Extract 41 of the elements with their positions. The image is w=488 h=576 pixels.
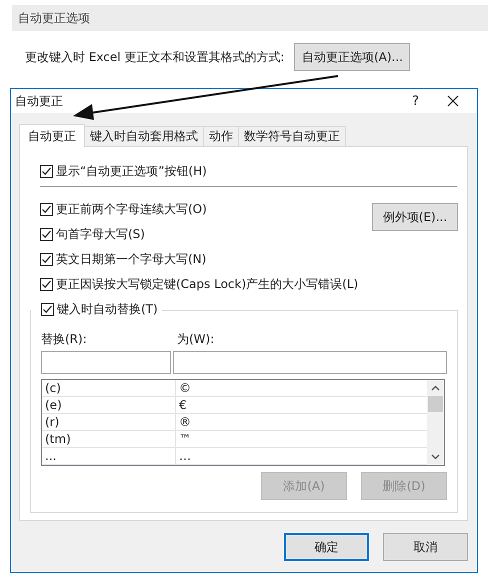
window-title: 自动更正	[15, 92, 63, 110]
list-cell: (tm)	[42, 431, 176, 447]
checkbox-label: 更正因误按大写锁定键(Caps Lock)产生的大小写错误(L)	[56, 276, 358, 293]
tab[interactable]: 数学符号自动更正	[238, 126, 346, 146]
checkbox-label: 句首字母大写(S)	[56, 226, 145, 243]
dialog-button[interactable]: 取消	[383, 533, 468, 561]
checkbox[interactable]	[40, 278, 53, 291]
scroll-thumb[interactable]	[428, 396, 443, 412]
checkbox[interactable]	[40, 203, 53, 216]
list-cell-text: …	[178, 449, 191, 463]
checkbox[interactable]	[40, 228, 53, 241]
list-cell: (c)	[42, 380, 176, 396]
field-label: 替换(R):	[41, 331, 88, 348]
section-title: 自动更正选项	[18, 10, 90, 26]
checkbox-label: 更正前两个字母连续大写(O)	[56, 201, 207, 218]
close-icon[interactable]	[447, 95, 459, 107]
checkbox[interactable]	[40, 165, 53, 178]
checkbox[interactable]	[41, 303, 54, 316]
replace-field[interactable]	[41, 351, 171, 374]
list-cell-text: ®	[178, 415, 191, 429]
checkbox-label: 英文日期第一个字母大写(N)	[56, 251, 206, 268]
scrollbar[interactable]	[427, 380, 444, 465]
checkbox-label: 显示“自动更正选项”按钮(H)	[56, 163, 207, 180]
checkbox[interactable]	[40, 253, 53, 266]
list-cell-text: ©	[178, 381, 191, 395]
list-cell-text: ™	[178, 432, 191, 446]
scroll-up-icon[interactable]	[431, 385, 440, 391]
list-cell: ...	[42, 448, 176, 464]
help-button[interactable]: ?	[412, 94, 419, 108]
dialog-button[interactable]: 确定	[284, 533, 369, 561]
field-label: 为(W):	[177, 331, 214, 348]
list-cell: (r)	[42, 414, 176, 430]
tab[interactable]: 自动更正	[19, 124, 85, 147]
scroll-down-icon[interactable]	[431, 454, 440, 460]
autocorrect-options-button[interactable]: 自动更正选项(A)...	[294, 43, 410, 71]
checkbox-label: 键入时自动替换(T)	[57, 301, 158, 318]
list-cell: (e)	[42, 397, 176, 413]
description-text: 更改键入时 Excel 更正文本和设置其格式的方式:	[25, 48, 284, 66]
with-field[interactable]	[173, 351, 447, 374]
list-cell-text: €	[178, 398, 187, 412]
exceptions-button[interactable]: 例外项(E)...	[372, 203, 458, 231]
